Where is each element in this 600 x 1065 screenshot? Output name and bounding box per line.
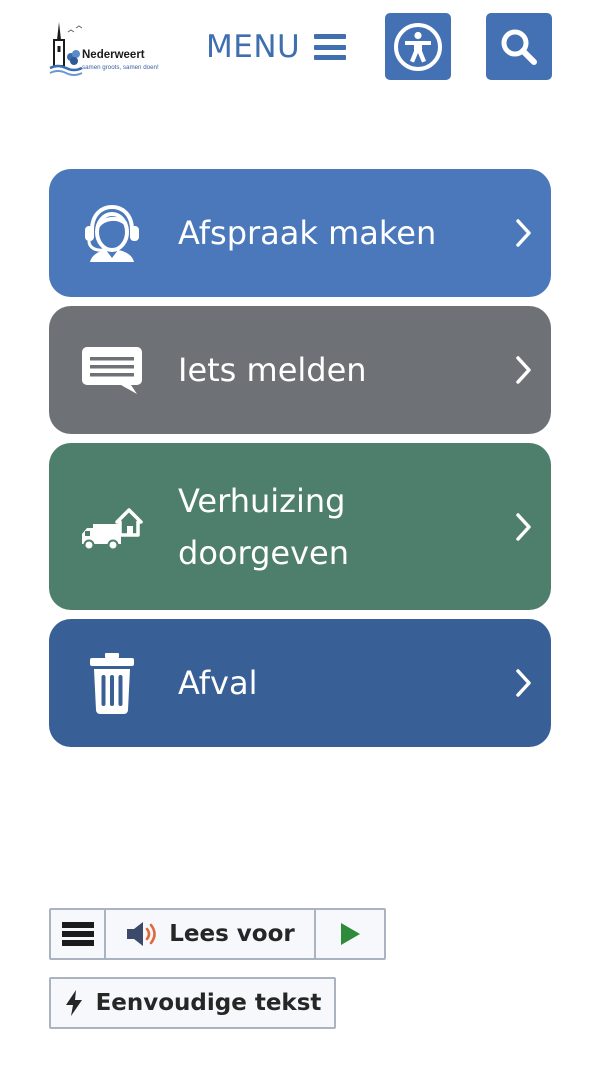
- tile-afspraak-maken[interactable]: Afspraak maken: [49, 169, 551, 297]
- tile-label: Iets melden: [178, 351, 367, 389]
- tile-label: Afval: [178, 664, 258, 702]
- tile-afval[interactable]: Afval: [49, 619, 551, 747]
- simple-text-label: Eenvoudige tekst: [95, 990, 322, 1016]
- search-icon: [501, 29, 537, 65]
- accessibility-button[interactable]: [385, 13, 451, 80]
- tile-label: Verhuizing doorgeven: [178, 481, 349, 572]
- chevron-right-icon: [516, 669, 531, 697]
- church-logo-icon: [49, 22, 83, 76]
- play-button[interactable]: [316, 910, 384, 958]
- search-button[interactable]: [486, 13, 552, 80]
- chevron-right-icon: [516, 512, 531, 541]
- tile-verhuizing-doorgeven[interactable]: Verhuizing doorgeven: [49, 443, 551, 610]
- read-aloud-label: Lees voor: [169, 921, 295, 947]
- chevron-right-icon: [516, 219, 531, 247]
- menu-button[interactable]: MENU: [206, 24, 347, 70]
- speaker-icon: [127, 922, 157, 946]
- menu-label: MENU: [206, 29, 301, 65]
- tile-iets-melden[interactable]: Iets melden: [49, 306, 551, 434]
- read-aloud-menu-button[interactable]: [51, 910, 106, 958]
- chat-bubble-icon: [79, 345, 145, 395]
- nederweert-logo[interactable]: Nederweert samen groots, samen doen!: [46, 18, 178, 78]
- accessibility-person-icon: [394, 22, 442, 71]
- play-icon: [341, 923, 360, 945]
- moving-truck-house-icon: [79, 504, 145, 550]
- logo-name: Nederweert: [82, 49, 145, 61]
- hamburger-icon: [314, 34, 347, 60]
- logo-tagline: samen groots, samen doen!: [82, 64, 159, 71]
- tile-label: Afspraak maken: [178, 214, 437, 252]
- trash-bin-icon: [79, 652, 145, 714]
- read-aloud-toolbar: Lees voor: [49, 908, 386, 960]
- lightning-icon: [65, 990, 82, 1016]
- read-aloud-button[interactable]: Lees voor: [106, 910, 316, 958]
- simple-text-button[interactable]: Eenvoudige tekst: [49, 977, 336, 1029]
- chevron-right-icon: [516, 356, 531, 384]
- hamburger-icon: [61, 922, 94, 946]
- headset-person-icon: [79, 204, 145, 262]
